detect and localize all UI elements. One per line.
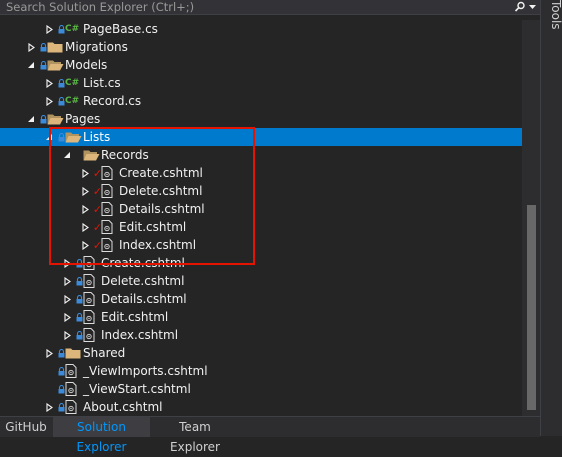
bottom-tab-bar: GitHub Solution Explorer Team Explorer [0,416,540,454]
chevron-down-icon[interactable] [26,56,36,74]
chevron-right-icon[interactable] [62,272,72,290]
tree-item-label: Shared [83,346,126,360]
chevron-down-icon[interactable] [526,0,538,14]
chevron-right-icon[interactable] [44,398,54,416]
chevron-right-icon[interactable] [44,344,54,362]
lock-icon [57,92,65,110]
tree-item[interactable]: _ViewStart.cshtml [0,380,522,398]
csharp-file-icon: C# [65,24,80,34]
tree-item-label: About.cshtml [83,400,163,414]
tree-item[interactable]: C# List.cs [0,74,522,92]
folder-open-icon [47,56,64,74]
lock-icon [75,308,83,326]
tree-item-label: Models [65,58,108,72]
tree-item[interactable]: _ViewImports.cshtml [0,362,522,380]
tree-item-label: Index.cshtml [101,328,179,342]
search-bar[interactable]: Search Solution Explorer (Ctrl+;) [0,0,540,15]
razor-file-icon [65,398,77,416]
lock-icon [75,326,83,344]
tree-item-label: _ViewImports.cshtml [83,364,208,378]
razor-file-icon [83,272,95,290]
lock-icon [39,38,47,56]
chevron-right-icon[interactable] [44,74,54,92]
tree-item[interactable]: Delete.cshtml [0,272,522,290]
chevron-right-icon[interactable] [44,20,54,38]
tab-github[interactable]: GitHub [0,417,52,437]
chevron-right-icon[interactable] [62,326,72,344]
tree-item-label: Details.cshtml [101,292,187,306]
annotation-highlight-box [49,127,255,265]
tree-item[interactable]: Models [0,56,522,74]
search-input[interactable]: Search Solution Explorer (Ctrl+;) [6,0,194,14]
tree-item[interactable]: About.cshtml [0,398,522,416]
lock-icon [57,344,65,362]
lock-icon [57,74,65,92]
razor-file-icon [65,362,77,380]
chevron-right-icon[interactable] [62,290,72,308]
tree-item[interactable]: Pages [0,110,522,128]
lock-icon [75,272,83,290]
tree-item-label: Edit.cshtml [101,310,169,324]
chevron-down-icon[interactable] [26,110,36,128]
chevron-right-icon[interactable] [26,38,36,56]
lock-icon [39,110,47,128]
tree-item-label: Migrations [65,40,128,54]
csharp-file-icon: C# [65,78,80,88]
lock-icon [57,20,65,38]
tree-item-label: Record.cs [83,94,142,108]
tab-solution-explorer[interactable]: Solution Explorer [53,417,150,454]
lock-icon [57,362,65,380]
csharp-file-icon: C# [65,96,80,106]
folder-icon [47,38,63,56]
tree-item-label: PageBase.cs [83,22,158,36]
razor-file-icon [83,326,95,344]
tree-item[interactable]: Edit.cshtml [0,308,522,326]
razor-file-icon [65,380,77,398]
lock-icon [57,398,65,416]
tree-item-label: Pages [65,112,101,126]
chevron-right-icon[interactable] [44,92,54,110]
tree-item[interactable]: C# PageBase.cs [0,20,522,38]
razor-file-icon [83,308,95,326]
tree-item[interactable]: Details.cshtml [0,290,522,308]
tree-item-label: _ViewStart.cshtml [83,382,191,396]
tree-item[interactable]: C# Record.cs [0,92,522,110]
tab-team-explorer[interactable]: Team Explorer [153,417,237,454]
tree-item[interactable]: Index.cshtml [0,326,522,344]
tree-item-label: List.cs [83,76,121,90]
folder-icon [65,344,81,362]
lock-icon [39,56,47,74]
razor-file-icon [83,290,95,308]
tree-item[interactable]: Migrations [0,38,522,56]
chevron-right-icon[interactable] [62,308,72,326]
lock-icon [75,290,83,308]
tree-item[interactable]: Shared [0,344,522,362]
side-tool-strip [540,0,562,436]
lock-icon [57,380,65,398]
tools-tab[interactable]: Tools [549,0,562,60]
folder-open-icon [47,110,64,128]
tree-item-label: Delete.cshtml [101,274,185,288]
scrollbar-thumb[interactable] [527,205,536,410]
